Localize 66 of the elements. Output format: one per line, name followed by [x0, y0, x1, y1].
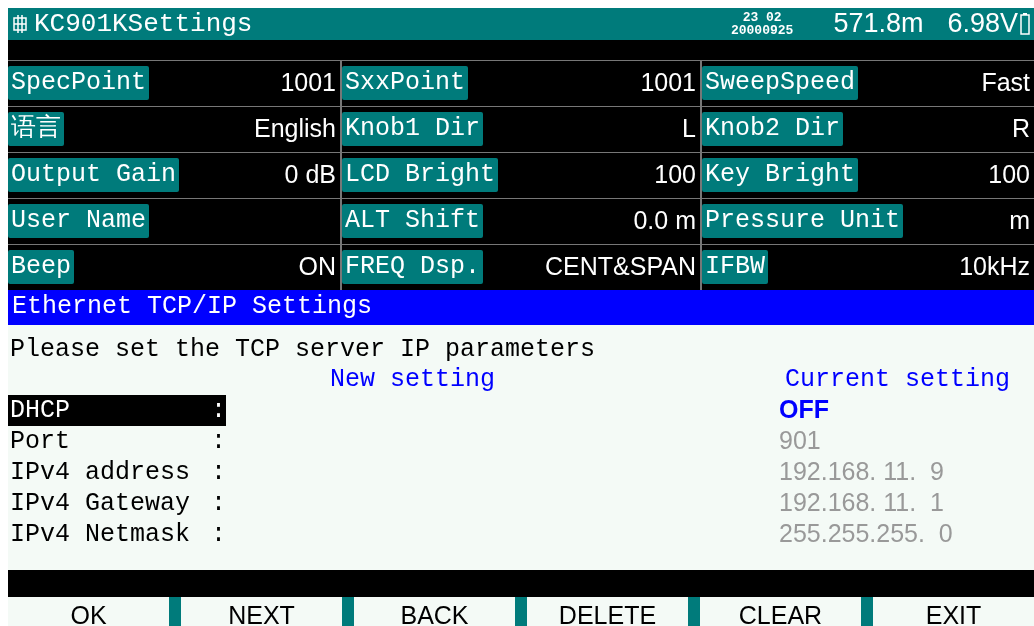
setting-value: R — [1011, 113, 1030, 145]
setting-label[interactable]: Key Bright — [702, 158, 859, 193]
setting-label[interactable]: SpecPoint — [8, 66, 150, 101]
setting-value: 0 dB — [284, 159, 336, 191]
softkey-button[interactable]: DELETE — [527, 597, 688, 626]
setting-value: m — [1009, 205, 1030, 237]
setting-label[interactable]: Knob1 Dir — [342, 112, 484, 147]
softkey-button[interactable]: CLEAR — [700, 597, 861, 626]
current-value: 901 — [779, 425, 821, 457]
setting-value: 0.0 m — [633, 205, 696, 237]
dialog-prompt: Please set the TCP server IP parameters — [9, 334, 597, 365]
field-row[interactable]: DHCP : — [8, 394, 226, 426]
current-value: OFF — [779, 394, 829, 426]
setting-value: 1001 — [280, 67, 336, 99]
battery-icon — [1020, 12, 1030, 35]
current-value: 255.255.255. 0 — [779, 518, 953, 550]
softkey-button[interactable]: NEXT — [181, 597, 342, 626]
setting-label[interactable]: User Name — [8, 204, 150, 239]
field-row[interactable]: IPv4 Gateway : — [8, 487, 226, 519]
field-row[interactable]: IPv4 Netmask : — [8, 518, 226, 550]
clock-date: 20000925 — [730, 23, 794, 37]
setting-value: L — [682, 113, 696, 145]
field-colon: : — [211, 518, 226, 550]
field-label: IPv4 Gateway — [10, 487, 191, 519]
voltage-reading: 6.98V — [947, 10, 1018, 38]
setting-label[interactable]: FREQ Dsp. — [342, 250, 484, 285]
current-value: 192.168. 11. 9 — [779, 456, 944, 488]
clock-time: 23 02 — [742, 10, 782, 24]
setting-label[interactable]: Pressure Unit — [702, 204, 904, 239]
setting-label[interactable]: Knob2 Dir — [702, 112, 844, 147]
setting-value: CENT&SPAN — [545, 251, 696, 283]
field-colon: : — [211, 456, 226, 488]
field-label: DHCP — [10, 394, 70, 426]
field-colon: : — [211, 394, 226, 426]
setting-value: Fast — [981, 67, 1030, 99]
field-label: IPv4 address — [10, 456, 191, 488]
setting-value: 1001 — [640, 67, 696, 99]
field-label: Port — [10, 425, 70, 457]
field-label: IPv4 Netmask — [10, 518, 191, 550]
setting-value: ON — [298, 251, 336, 283]
column-heading: Current setting — [784, 364, 1010, 395]
setting-value: 100 — [654, 159, 696, 191]
field-row[interactable]: Port : — [8, 425, 226, 457]
softkey-button[interactable]: BACK — [354, 597, 515, 626]
altitude-reading: 571.8m — [833, 10, 924, 38]
field-colon: : — [211, 425, 226, 457]
app-logo-icon — [12, 13, 28, 34]
setting-label[interactable]: ALT Shift — [342, 204, 484, 239]
setting-label[interactable]: Beep — [8, 250, 74, 285]
dialog-title: Ethernet TCP/IP Settings — [12, 291, 373, 324]
field-colon: : — [211, 487, 226, 519]
field-row[interactable]: IPv4 address : — [8, 456, 226, 488]
setting-label[interactable]: LCD Bright — [342, 158, 499, 193]
setting-label[interactable]: Output Gain — [8, 158, 180, 193]
softkey-button[interactable]: OK — [8, 597, 169, 626]
setting-label[interactable]: 语言 — [8, 112, 64, 147]
window-title: KC901KSettings — [34, 10, 253, 37]
setting-label[interactable]: IFBW — [702, 250, 768, 285]
setting-value: 10kHz — [959, 251, 1030, 283]
softkey-button[interactable]: EXIT — [873, 597, 1034, 626]
setting-label[interactable]: SxxPoint — [342, 66, 469, 101]
current-value: 192.168. 11. 1 — [779, 487, 944, 519]
setting-value: English — [254, 113, 336, 145]
setting-value: 100 — [988, 159, 1030, 191]
column-heading: New setting — [330, 364, 496, 395]
setting-label[interactable]: SweepSpeed — [702, 66, 859, 101]
